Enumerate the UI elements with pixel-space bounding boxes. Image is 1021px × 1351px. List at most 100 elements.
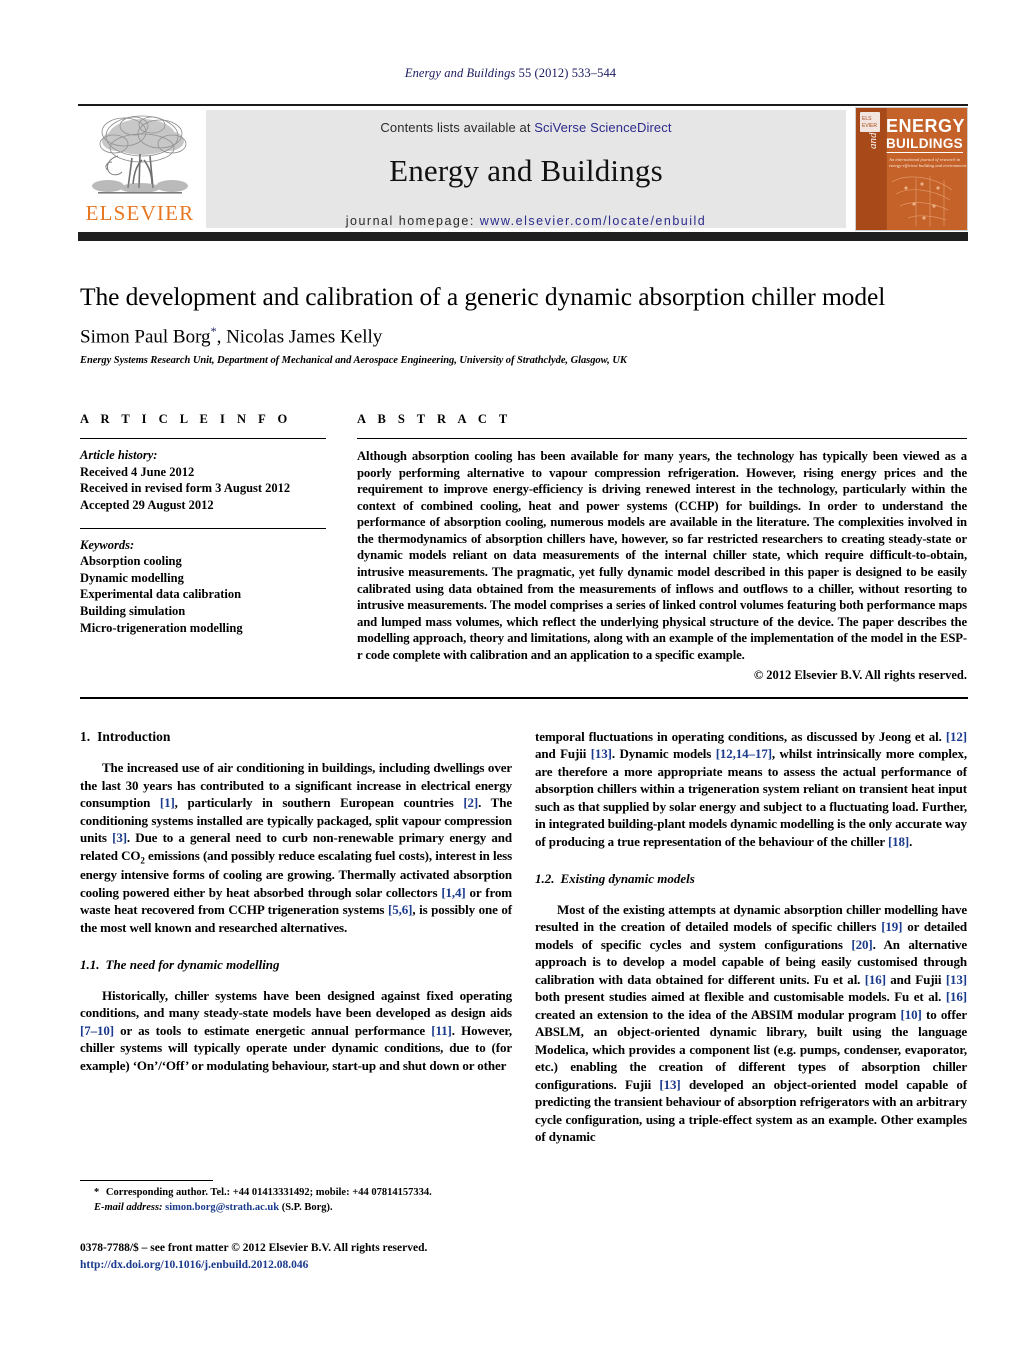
article-history-label: Article history: (80, 448, 158, 462)
footnote-corresponding-author: * Corresponding author. Tel.: +44 014133… (80, 1186, 512, 1201)
journal-title: Energy and Buildings (389, 153, 663, 188)
text-run: Historically, chiller systems have been … (80, 987, 512, 1021)
running-head-volume: 55 (2012) 533–544 (515, 66, 617, 80)
citation-ref[interactable]: [7–10] (80, 1023, 114, 1038)
citation-ref[interactable]: [12,14–17] (716, 746, 772, 761)
citation-ref[interactable]: [13] (591, 746, 612, 761)
subsection-title: The need for dynamic modelling (105, 957, 280, 973)
svg-text:BUILDINGS: BUILDINGS (886, 136, 963, 151)
section-title: Introduction (97, 729, 171, 744)
contents-lists-line: Contents lists available at SciVerse Sci… (206, 110, 846, 135)
svg-text:ENERGY: ENERGY (886, 116, 965, 136)
footer-issn-copyright: 0378-7788/$ – see front matter © 2012 El… (80, 1242, 428, 1254)
abstract-copyright: © 2012 Elsevier B.V. All rights reserved… (753, 668, 967, 683)
footnote-email-label: E-mail address: (94, 1201, 163, 1213)
keyword-item: Absorption cooling (80, 554, 182, 569)
abstract-rule (357, 438, 967, 439)
section-heading-introduction: 1. Introduction (80, 728, 512, 746)
keyword-item: Micro-trigeneration modelling (80, 620, 243, 635)
citation-ref[interactable]: [20] (851, 937, 872, 952)
citation-ref[interactable]: [10] (901, 1007, 922, 1022)
article-history-revised: Received in revised form 3 August 2012 (80, 481, 291, 496)
abstract-heading: A B S T R A C T (357, 412, 512, 426)
footnote-contact-text: Corresponding author. Tel.: +44 01413331… (103, 1187, 432, 1198)
citation-ref[interactable]: [11] (431, 1023, 452, 1038)
subsection-number: 1.2. (535, 871, 555, 887)
footer-doi-link[interactable]: http://dx.doi.org/10.1016/j.enbuild.2012… (80, 1257, 550, 1274)
text-run: and Fujii (535, 746, 591, 762)
subsection-number: 1.1. (80, 957, 100, 973)
journal-homepage-link[interactable]: www.elsevier.com/locate/enbuild (480, 214, 706, 228)
footnote-email-line: E-mail address: simon.borg@strath.ac.uk … (80, 1201, 512, 1216)
journal-cover-thumbnail: ELS EVIER ENERGY and BUILDINGS An intern… (855, 107, 968, 231)
text-run: , particularly in southern European coun… (174, 795, 464, 811)
section-number: 1. (80, 729, 91, 744)
paragraph-existing-models: Most of the existing attempts at dynamic… (535, 901, 967, 1146)
citation-ref[interactable]: [16] (865, 972, 886, 987)
author-primary: Simon Paul Borg (80, 326, 211, 348)
svg-text:and: and (867, 132, 879, 149)
article-info-rule (80, 438, 326, 439)
text-run: and Fujii (885, 971, 946, 987)
article-history-block: Article history: Received 4 June 2012 Re… (80, 447, 326, 514)
homepage-prefix: journal homepage: (345, 214, 480, 228)
journal-header-band: ELSEVIER Contents lists available at Sci… (78, 107, 968, 231)
citation-ref[interactable]: [13] (946, 972, 967, 987)
footnote-rule (80, 1180, 213, 1181)
citation-ref[interactable]: [18] (888, 834, 909, 849)
page-footer: 0378-7788/$ – see front matter © 2012 El… (80, 1240, 550, 1275)
citation-ref[interactable]: [13] (659, 1077, 680, 1092)
author-secondary: , Nicolas James Kelly (216, 326, 383, 348)
body-column-right: temporal fluctuations in operating condi… (535, 728, 967, 1146)
citation-ref[interactable]: [3] (112, 830, 127, 845)
citation-ref[interactable]: [19] (881, 919, 902, 934)
abstract-bottom-rule (80, 697, 968, 699)
footnote-block: * Corresponding author. Tel.: +44 014133… (80, 1186, 512, 1216)
citation-ref[interactable]: [12] (946, 729, 967, 744)
body-column-left: 1. Introduction The increased use of air … (80, 728, 512, 1074)
journal-banner: Contents lists available at SciVerse Sci… (206, 110, 846, 228)
citation-ref[interactable]: [1] (160, 795, 175, 810)
svg-text:ELS: ELS (862, 116, 872, 122)
paragraph-intro: The increased use of air conditioning in… (80, 759, 512, 936)
header-black-bar (78, 232, 968, 241)
citation-ref[interactable]: [1,4] (441, 885, 465, 900)
abstract-column: A B S T R A C T Although absorption cool… (357, 412, 967, 683)
citation-ref[interactable]: [2] (463, 795, 478, 810)
paragraph-continuation: temporal fluctuations in operating condi… (535, 728, 967, 850)
svg-text:An international journal of re: An international journal of research in (888, 157, 961, 162)
keyword-item: Dynamic modelling (80, 570, 184, 585)
paragraph-dynamic-need: Historically, chiller systems have been … (80, 987, 512, 1074)
author-affiliation: Energy Systems Research Unit, Department… (80, 355, 627, 366)
section-heading-existing-dynamic-models: 1.2. Existing dynamic models (535, 870, 967, 887)
citation-ref[interactable]: [16] (946, 989, 967, 1004)
elsevier-logo: ELSEVIER (78, 110, 202, 228)
footnote-marker: * (94, 1187, 100, 1198)
header-top-rule (78, 104, 968, 106)
article-info-heading: A R T I C L E I N F O (80, 412, 292, 426)
keywords-block: Keywords: Absorption cooling Dynamic mod… (80, 537, 326, 637)
author-list: Simon Paul Borg*, Nicolas James Kelly (80, 324, 970, 348)
running-head: Energy and Buildings 55 (2012) 533–544 (0, 66, 1021, 81)
keywords-rule (80, 527, 326, 529)
elsevier-wordmark: ELSEVIER (85, 201, 195, 225)
keywords-label: Keywords: (80, 537, 135, 552)
running-head-journal: Energy and Buildings (404, 66, 516, 80)
keyword-item: Building simulation (80, 604, 186, 618)
text-run: . Dynamic models (611, 746, 716, 762)
article-history-accepted: Accepted 29 August 2012 (80, 497, 214, 512)
article-info-column: A R T I C L E I N F O Article history: R… (80, 412, 326, 636)
keyword-item: Experimental data calibration (80, 587, 242, 602)
paper-page: Energy and Buildings 55 (2012) 533–544 E… (0, 0, 1021, 1351)
footnote-email-link[interactable]: simon.borg@strath.ac.uk (163, 1202, 279, 1213)
page-title: The development and calibration of a gen… (80, 282, 886, 311)
text-run: . (909, 833, 913, 849)
citation-ref[interactable]: [5,6] (388, 902, 412, 917)
elsevier-tree-icon (84, 110, 196, 202)
text-run: or as tools to estimate energetic annual… (113, 1022, 432, 1038)
svg-text:EVIER: EVIER (862, 123, 877, 129)
text-run: both present studies aimed at flexible a… (535, 989, 946, 1005)
sciencedirect-link[interactable]: SciVerse ScienceDirect (534, 120, 671, 135)
subsection-title: Existing dynamic models (560, 871, 695, 887)
text-run: temporal fluctuations in operating condi… (535, 729, 946, 744)
